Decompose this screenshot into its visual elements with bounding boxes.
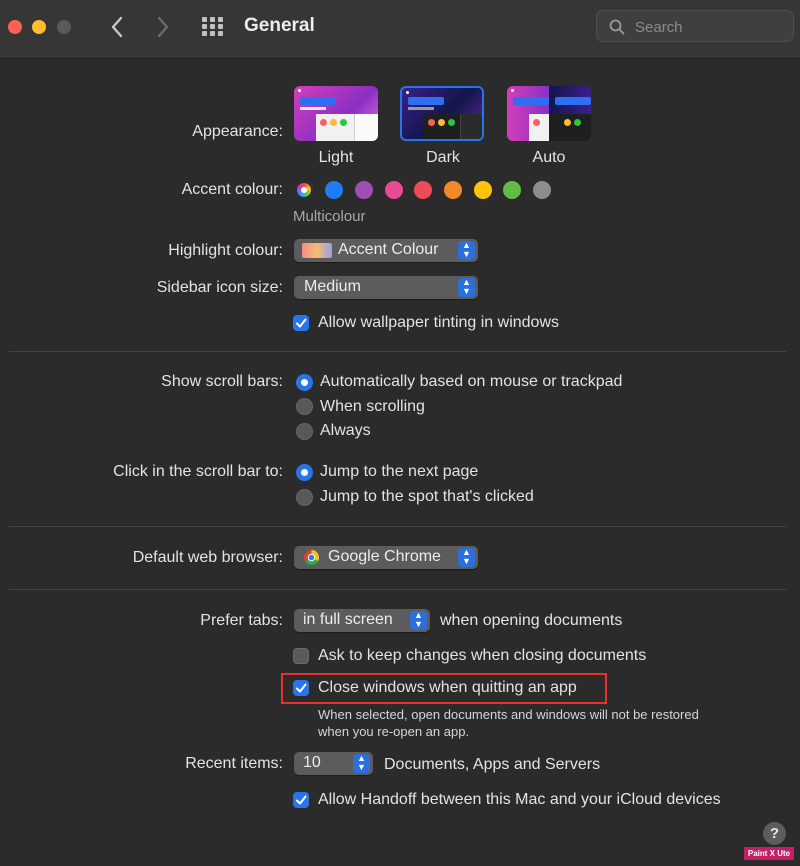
chrome-icon — [303, 550, 320, 566]
appearance-dark-label: Dark — [426, 149, 460, 166]
section-divider — [9, 589, 786, 590]
minimize-window-button[interactable] — [32, 20, 46, 34]
accent-swatch-purple[interactable] — [355, 181, 373, 199]
appearance-label: Appearance: — [192, 123, 283, 140]
default-browser-label: Default web browser: — [132, 549, 283, 566]
title-bar: General — [0, 0, 800, 59]
appearance-light-label: Light — [318, 149, 354, 166]
accent-swatch-multicolour[interactable] — [295, 181, 313, 199]
prefer-tabs-label: Prefer tabs: — [200, 612, 283, 629]
checkmark-icon — [296, 795, 307, 805]
ask-keep-changes-checkbox[interactable] — [293, 648, 309, 664]
recent-items-popup[interactable]: 10 ▲ ▼ — [294, 752, 373, 775]
close-windows-note-line1: When selected, open documents and window… — [318, 707, 699, 722]
chevron-updown-icon: ▲ ▼ — [458, 278, 475, 297]
help-button[interactable]: ? — [763, 822, 786, 845]
search-icon — [609, 19, 625, 35]
default-browser-popup[interactable]: Google Chrome ▲ ▼ — [294, 546, 478, 569]
scroll-bars-when-scrolling-radio[interactable] — [296, 398, 313, 415]
checkmark-icon — [296, 683, 307, 693]
appearance-auto-thumbnail[interactable] — [507, 86, 591, 141]
window-title: General — [244, 15, 315, 36]
recent-items-suffix: Documents, Apps and Servers — [384, 756, 601, 773]
appearance-auto-label: Auto — [532, 149, 566, 166]
sidebar-icon-size-label: Sidebar icon size: — [156, 279, 283, 296]
prefer-tabs-suffix: when opening documents — [440, 612, 623, 629]
prefer-tabs-popup[interactable]: in full screen ▲ ▼ — [294, 609, 430, 632]
recent-items-label: Recent items: — [185, 755, 283, 772]
scroll-bars-always-radio[interactable] — [296, 423, 313, 440]
click-scroll-next-page-radio[interactable] — [296, 464, 313, 481]
accent-swatch-graphite[interactable] — [533, 181, 551, 199]
highlight-colour-preview — [302, 243, 332, 258]
wallpaper-tinting-checkbox[interactable] — [293, 315, 309, 331]
chevron-updown-icon: ▲ ▼ — [458, 241, 475, 260]
appearance-dark-thumbnail[interactable] — [400, 86, 484, 141]
accent-swatch-orange[interactable] — [444, 181, 462, 199]
click-scroll-spot-radio[interactable] — [296, 489, 313, 506]
accent-swatch-blue[interactable] — [325, 181, 343, 199]
section-divider — [9, 351, 786, 352]
appearance-light-thumbnail[interactable] — [294, 86, 378, 141]
show-all-grid-icon[interactable] — [202, 17, 224, 42]
highlight-colour-popup[interactable]: Accent Colour ▲ ▼ — [294, 239, 478, 262]
accent-swatch-red[interactable] — [414, 181, 432, 199]
search-field[interactable] — [596, 10, 794, 42]
chevron-updown-icon: ▲ ▼ — [458, 548, 475, 567]
close-windows-label: Close windows when quitting an app — [318, 679, 577, 696]
handoff-checkbox[interactable] — [293, 792, 309, 808]
zoom-window-button[interactable] — [57, 20, 71, 34]
click-scroll-spot-label: Jump to the spot that's clicked — [320, 488, 534, 505]
recent-items-value: 10 — [303, 754, 321, 771]
checkmark-icon — [296, 318, 307, 328]
wallpaper-tinting-label: Allow wallpaper tinting in windows — [318, 314, 560, 331]
click-scroll-next-page-label: Jump to the next page — [320, 463, 479, 480]
accent-swatch-green[interactable] — [503, 181, 521, 199]
show-scroll-bars-label: Show scroll bars: — [161, 373, 283, 390]
click-scroll-bar-label: Click in the scroll bar to: — [113, 463, 283, 480]
default-browser-value: Google Chrome — [328, 548, 441, 565]
handoff-label: Allow Handoff between this Mac and your … — [318, 791, 721, 808]
sidebar-icon-size-value: Medium — [304, 278, 361, 295]
close-window-button[interactable] — [8, 20, 22, 34]
scroll-bars-when-scrolling-label: When scrolling — [320, 398, 425, 415]
forward-arrow-icon[interactable] — [156, 16, 170, 43]
close-windows-checkbox[interactable] — [293, 680, 309, 696]
search-input[interactable] — [633, 16, 787, 38]
watermark-logo: Paint X Ute — [744, 847, 794, 860]
accent-swatch-yellow[interactable] — [474, 181, 492, 199]
chevron-updown-icon: ▲ ▼ — [410, 611, 427, 630]
section-divider — [9, 526, 786, 527]
close-windows-note-line2: when you re-open an app. — [318, 724, 470, 739]
chevron-updown-icon: ▲ ▼ — [353, 754, 370, 773]
scroll-bars-automatic-label: Automatically based on mouse or trackpad — [320, 373, 623, 390]
scroll-bars-always-label: Always — [320, 422, 371, 439]
sidebar-icon-size-popup[interactable]: Medium ▲ ▼ — [294, 276, 478, 299]
highlight-colour-label: Highlight colour: — [168, 242, 283, 259]
back-arrow-icon[interactable] — [110, 16, 124, 43]
accent-swatch-pink[interactable] — [385, 181, 403, 199]
prefer-tabs-value: in full screen — [303, 611, 393, 628]
accent-colour-label: Accent colour: — [181, 181, 283, 198]
highlight-colour-value: Accent Colour — [338, 241, 439, 258]
accent-selected-name: Multicolour — [293, 208, 366, 225]
ask-keep-changes-label: Ask to keep changes when closing documen… — [318, 647, 647, 664]
scroll-bars-automatic-radio[interactable] — [296, 374, 313, 391]
